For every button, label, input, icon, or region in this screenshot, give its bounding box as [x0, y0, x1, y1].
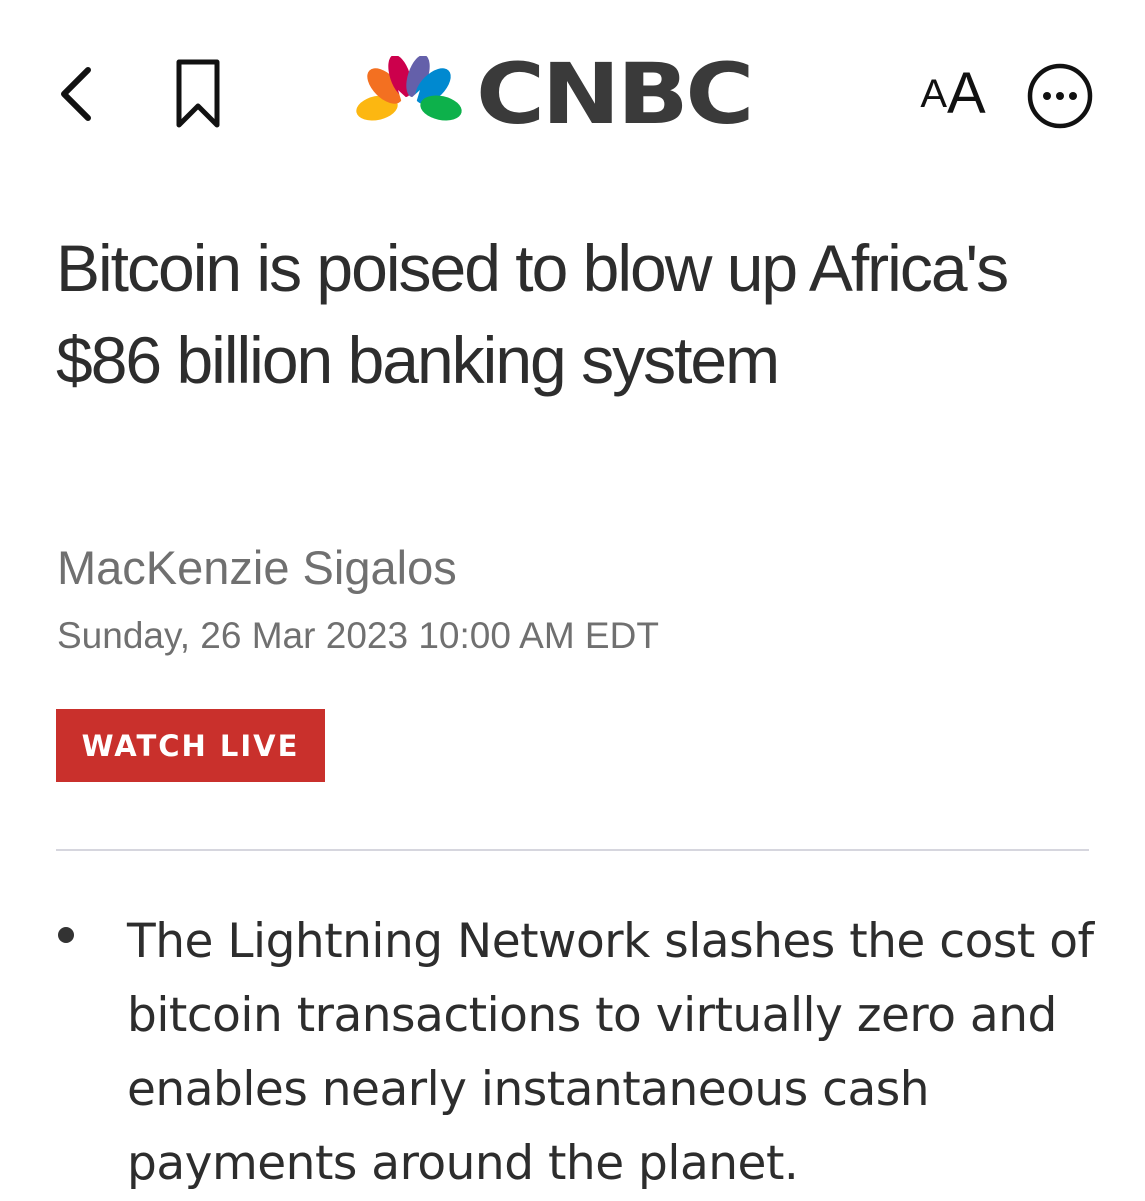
back-button[interactable]: [48, 56, 104, 132]
logo-wordmark: CNBC: [476, 45, 754, 143]
chevron-left-icon: [61, 67, 91, 121]
bookmark-button[interactable]: [165, 52, 231, 136]
section-divider: [56, 849, 1089, 851]
text-size-button[interactable]: A A: [905, 56, 1001, 132]
text-size-large-glyph: A: [947, 61, 986, 126]
key-point-item: The Lightning Network slashes the cost o…: [127, 914, 1094, 1191]
bookmark-icon: [176, 59, 220, 128]
watch-live-button[interactable]: WATCH LIVE: [56, 709, 325, 782]
article-headline: Bitcoin is poised to blow up Africa's $8…: [56, 231, 1009, 397]
bullet-icon: [58, 927, 74, 943]
cnbc-logo[interactable]: CNBC: [352, 52, 792, 136]
more-options-icon: [1027, 63, 1093, 129]
article-author[interactable]: MacKenzie Sigalos: [57, 538, 457, 598]
top-navigation-bar: CNBC A A: [0, 0, 1145, 190]
article-date: Sunday, 26 Mar 2023 10:00 AM EDT: [57, 615, 659, 656]
text-size-small-glyph: A: [920, 72, 947, 116]
nbc-peacock-icon: [356, 56, 462, 126]
more-options-button[interactable]: [1022, 58, 1098, 134]
